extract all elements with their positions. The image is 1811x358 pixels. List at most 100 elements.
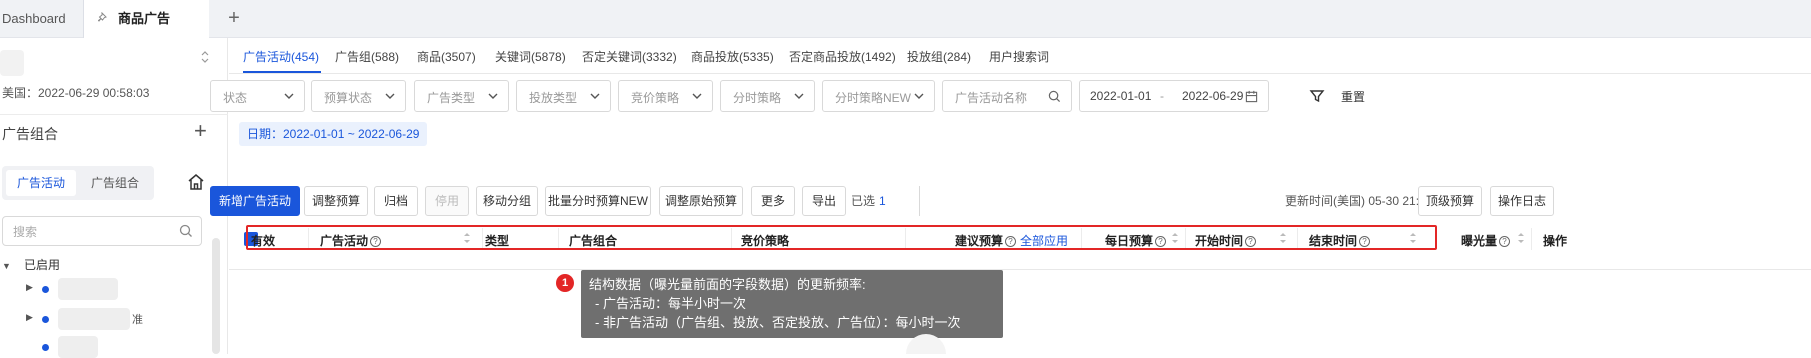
tab-dashboard[interactable]: Dashboard <box>0 0 84 38</box>
tab-negative-keywords[interactable]: 否定关键词(3332) <box>582 48 677 65</box>
blurred-text <box>58 308 130 330</box>
blurred-text <box>58 278 118 300</box>
account-time: 美国：2022-06-29 00:58:03 <box>2 86 150 100</box>
tab-targeting-groups[interactable]: 投放组(284) <box>907 48 971 65</box>
filter-label: 分时策略NEW <box>835 91 911 105</box>
add-portfolio-button[interactable]: + <box>194 120 207 142</box>
top-tab-bar: Dashboard 商品广告 + <box>0 0 1811 38</box>
filter-label: 状态 <box>223 91 248 105</box>
annotation-line: - 非广告活动（广告组、投放、否定投放、广告位）：每小时一次 <box>595 315 961 330</box>
sidebar-segment-control: 广告活动 广告组合 <box>2 166 154 200</box>
campaign-name-search[interactable]: 广告活动名称 <box>942 80 1072 112</box>
filter-label: 投放类型 <box>529 91 578 105</box>
search-icon[interactable] <box>1048 90 1061 103</box>
active-tab-indicator <box>243 71 321 73</box>
annotation-line: 结构数据（曝光量前面的字段数据）的更新频率: <box>589 277 866 292</box>
adjust-budget-button[interactable]: 调整预算 <box>304 186 368 216</box>
account-switch-icon[interactable] <box>198 48 212 70</box>
tab-product-ads-label: 商品广告 <box>118 11 171 26</box>
chevron-down-icon <box>284 93 294 99</box>
tab-product-ads[interactable]: 商品广告 <box>84 0 209 38</box>
date-to: 2022-06-29 <box>1182 89 1244 103</box>
update-time: 更新时间(美国) 05-30 21:33 <box>1285 194 1433 208</box>
segment-campaigns[interactable]: 广告活动 <box>6 170 76 196</box>
status-dot <box>42 286 49 293</box>
chevron-down-icon <box>794 93 804 99</box>
help-icon[interactable]: ? <box>1499 236 1511 247</box>
filter-dayparting[interactable]: 分时策略 <box>720 80 815 112</box>
caret-right-icon[interactable]: ▶ <box>26 312 33 323</box>
filter-label: 预算状态 <box>324 91 373 105</box>
filter-label: 分时策略 <box>733 91 782 105</box>
date-filter-tag[interactable]: 日期：2022-01-01 ~ 2022-06-29 <box>239 122 428 146</box>
sidebar-scrollbar[interactable] <box>212 238 220 354</box>
filter-ad-type[interactable]: 广告类型 <box>414 80 509 112</box>
sidebar-search-input[interactable] <box>13 223 173 241</box>
chevron-down-icon <box>590 93 600 99</box>
tab-search-terms[interactable]: 用户搜索词 <box>989 48 1049 65</box>
caret-right-icon[interactable]: ▶ <box>26 282 33 293</box>
tab-ad-groups[interactable]: 广告组(588) <box>335 48 399 65</box>
more-button[interactable]: 更多 <box>751 186 795 216</box>
selected-divider <box>919 186 920 216</box>
filter-dayparting-new[interactable]: 分时策略NEW <box>822 80 935 112</box>
home-icon[interactable] <box>186 172 206 192</box>
tree-item-label: 准 <box>132 314 143 326</box>
top-budget-button[interactable]: 顶级预算 <box>1418 186 1482 216</box>
move-group-button[interactable]: 移动分组 <box>476 186 538 216</box>
tree-enabled-label: 已启用 <box>24 258 61 272</box>
filter-label: 竞价策略 <box>631 91 680 105</box>
sidebar-search <box>2 216 202 246</box>
account-name-blurred <box>0 50 24 76</box>
tab-product-targeting[interactable]: 商品投放(5335) <box>691 48 774 65</box>
tab-negative-product-targeting[interactable]: 否定商品投放(1492) <box>789 48 896 65</box>
entity-tabs: 广告活动(454) 广告组(588) 商品(3507) 关键词(5878) 否定… <box>229 38 1811 74</box>
adjust-original-budget-button[interactable]: 调整原始预算 <box>659 186 743 216</box>
reset-button[interactable]: 重置 <box>1341 88 1365 105</box>
column-impressions[interactable]: 曝光量? <box>1461 232 1511 249</box>
pause-button[interactable]: 停用 <box>425 186 469 216</box>
date-range-picker[interactable]: 2022-01-01 - 2022-06-29 <box>1079 80 1269 112</box>
add-campaign-button[interactable]: 新增广告活动 <box>210 186 300 216</box>
calendar-icon[interactable] <box>1245 90 1258 103</box>
batch-dayparting-budget-button[interactable]: 批量分时预算NEW <box>545 186 651 216</box>
annotation-line: - 广告活动：每半小时一次 <box>595 296 746 311</box>
selected-label: 已选 <box>851 194 876 208</box>
portfolio-group-title: 广告组合 <box>2 126 58 142</box>
highlight-box <box>246 225 1437 250</box>
segment-portfolios[interactable]: 广告组合 <box>80 170 150 196</box>
export-button[interactable]: 导出 <box>802 186 846 216</box>
filter-bid-strategy[interactable]: 竞价策略 <box>618 80 713 112</box>
date-from: 2022-01-01 <box>1090 89 1152 103</box>
tab-campaigns[interactable]: 广告活动(454) <box>243 48 319 65</box>
archive-button[interactable]: 归档 <box>374 186 418 216</box>
annotation-badge: 1 <box>556 274 574 292</box>
selected-count: 已选 1 <box>851 192 886 209</box>
status-dot <box>42 344 49 351</box>
status-dot <box>42 316 49 323</box>
chevron-down-icon <box>914 93 924 99</box>
sidebar: 美国：2022-06-29 00:58:03 广告组合 + 广告活动 广告组合 … <box>0 38 228 358</box>
filter-icon[interactable] <box>1309 88 1325 104</box>
search-icon[interactable] <box>179 224 193 238</box>
filter-targeting-type[interactable]: 投放类型 <box>516 80 611 112</box>
add-tab-button[interactable]: + <box>222 6 246 30</box>
tab-keywords[interactable]: 关键词(5878) <box>495 48 566 65</box>
caret-down-icon[interactable]: ▼ <box>2 261 12 271</box>
blurred-text <box>58 336 98 358</box>
operation-log-button[interactable]: 操作日志 <box>1490 186 1554 216</box>
chevron-down-icon <box>692 93 702 99</box>
sort-icon[interactable] <box>1517 231 1525 245</box>
pin-icon[interactable] <box>97 0 112 38</box>
column-impressions-label: 曝光量 <box>1461 234 1498 248</box>
tree-enabled-node[interactable]: ▼ 已启用 <box>2 256 60 273</box>
filter-label: 广告类型 <box>427 91 476 105</box>
chevron-down-icon <box>385 93 395 99</box>
filter-budget-status[interactable]: 预算状态 <box>311 80 406 112</box>
filter-status[interactable]: 状态 <box>210 80 305 112</box>
tab-products[interactable]: 商品(3507) <box>417 48 476 65</box>
date-separator: - <box>1160 89 1164 103</box>
chevron-down-icon <box>488 93 498 99</box>
main-panel: 广告活动(454) 广告组(588) 商品(3507) 关键词(5878) 否定… <box>210 38 1811 354</box>
campaign-name-placeholder: 广告活动名称 <box>955 91 1028 105</box>
